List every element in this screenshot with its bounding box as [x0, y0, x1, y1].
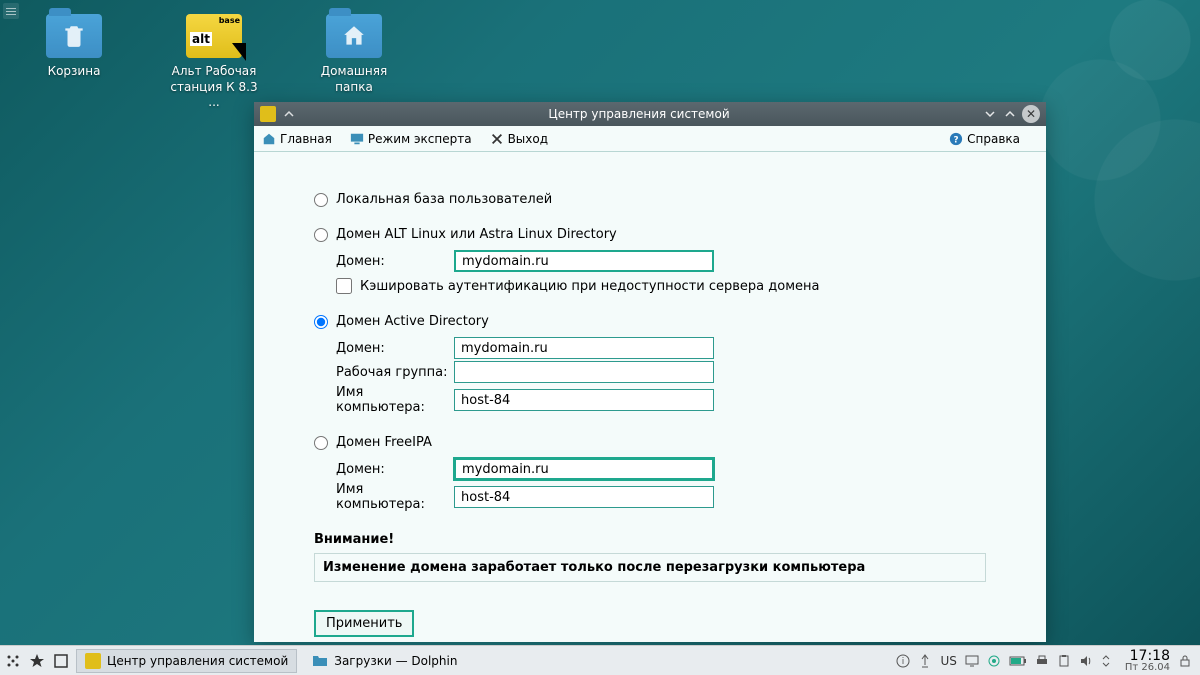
- desktop-icon-label: Альт Рабочая станция К 8.3 ...: [164, 64, 264, 111]
- monitor-icon: [350, 132, 364, 146]
- keyboard-layout[interactable]: US: [940, 654, 956, 668]
- desktop-icon-label: Домашняя папка: [304, 64, 404, 95]
- ad-workgroup-input[interactable]: [454, 361, 714, 383]
- radio-ald[interactable]: [314, 228, 328, 242]
- svg-text:?: ?: [954, 135, 959, 145]
- ald-domain-label: Домен:: [336, 254, 454, 269]
- radio-ipa[interactable]: [314, 436, 328, 450]
- app-icon: [85, 653, 101, 669]
- close-button[interactable]: ✕: [1022, 105, 1040, 123]
- control-center-window: Центр управления системой ✕ Главная Режи…: [254, 102, 1046, 642]
- ipa-domain-input[interactable]: [454, 458, 714, 480]
- toolbar-exit[interactable]: Выход: [490, 132, 548, 146]
- radio-ipa-label[interactable]: Домен FreeIPA: [336, 435, 432, 450]
- ad-domain-label: Домен:: [336, 341, 454, 356]
- tray-volume-icon[interactable]: [1079, 654, 1093, 668]
- task-control-center[interactable]: Центр управления системой: [76, 649, 297, 673]
- ad-domain-input[interactable]: [454, 337, 714, 359]
- show-desktop-button[interactable]: [52, 652, 70, 670]
- tray-print-icon[interactable]: [1035, 654, 1049, 668]
- folder-icon: [312, 653, 328, 669]
- radio-ad[interactable]: [314, 315, 328, 329]
- tray-network-icon[interactable]: [987, 654, 1001, 668]
- ad-host-input[interactable]: [454, 389, 714, 411]
- cache-checkbox[interactable]: [336, 278, 352, 294]
- desktop-icon-home[interactable]: Домашняя папка: [304, 14, 404, 111]
- toolbar-main[interactable]: Главная: [262, 132, 332, 146]
- ad-host-label: Имя компьютера:: [336, 385, 454, 415]
- toolbar: Главная Режим эксперта Выход ? Справка: [254, 126, 1046, 152]
- toolbar-expert[interactable]: Режим эксперта: [350, 132, 472, 146]
- radio-local[interactable]: [314, 193, 328, 207]
- ald-domain-input[interactable]: [454, 250, 714, 272]
- titlebar[interactable]: Центр управления системой ✕: [254, 102, 1046, 126]
- help-icon: ?: [949, 132, 963, 146]
- trash-icon: [61, 23, 87, 49]
- tray-display-icon[interactable]: [965, 654, 979, 668]
- maximize-button[interactable]: [1002, 106, 1018, 122]
- radio-local-label[interactable]: Локальная база пользователей: [336, 192, 552, 207]
- radio-ald-label[interactable]: Домен ALT Linux или Astra Linux Director…: [336, 227, 617, 242]
- minimize-button[interactable]: [982, 106, 998, 122]
- rollup-icon[interactable]: [282, 107, 296, 121]
- tray-info-icon[interactable]: i: [896, 654, 910, 668]
- toolbar-help[interactable]: ? Справка: [949, 132, 1020, 146]
- home-icon: [262, 132, 276, 146]
- warning-text: Изменение домена заработает только после…: [314, 553, 986, 582]
- window-title: Центр управления системой: [296, 107, 982, 121]
- system-tray: i US 17:18 Пт 26.04: [896, 649, 1196, 673]
- ad-workgroup-label: Рабочая группа:: [336, 365, 454, 380]
- radio-ad-label[interactable]: Домен Active Directory: [336, 314, 489, 329]
- apply-button[interactable]: Применить: [314, 610, 414, 637]
- ipa-domain-label: Домен:: [336, 462, 454, 477]
- desktop-icon-label: Корзина: [24, 64, 124, 80]
- warning-label: Внимание!: [314, 532, 986, 547]
- favorites-button[interactable]: [28, 652, 46, 670]
- ipa-host-label: Имя компьютера:: [336, 482, 454, 512]
- tray-battery-icon[interactable]: [1009, 655, 1027, 667]
- app-menu-button[interactable]: [3, 3, 19, 19]
- tray-usb-icon[interactable]: [918, 654, 932, 668]
- clock[interactable]: 17:18 Пт 26.04: [1125, 649, 1170, 673]
- taskbar: Центр управления системой Загрузки — Dol…: [0, 645, 1200, 675]
- app-icon: [260, 106, 276, 122]
- ipa-host-input[interactable]: [454, 486, 714, 508]
- close-icon: [490, 132, 504, 146]
- clock-date: Пт 26.04: [1125, 663, 1170, 673]
- desktop-icons: Корзина basealt Альт Рабочая станция К 8…: [24, 14, 404, 111]
- tray-clipboard-icon[interactable]: [1057, 654, 1071, 668]
- task-dolphin[interactable]: Загрузки — Dolphin: [303, 649, 513, 673]
- svg-text:i: i: [902, 657, 905, 667]
- desktop: Корзина basealt Альт Рабочая станция К 8…: [0, 0, 1200, 675]
- content-area: Локальная база пользователей Домен ALT L…: [254, 152, 1046, 642]
- tray-lock-icon[interactable]: [1178, 654, 1192, 668]
- home-icon: [341, 23, 367, 49]
- desktop-icon-trash[interactable]: Корзина: [24, 14, 124, 111]
- cache-label[interactable]: Кэшировать аутентификацию при недоступно…: [360, 279, 819, 294]
- tray-expand-icon[interactable]: [1101, 654, 1111, 668]
- start-button[interactable]: [4, 652, 22, 670]
- desktop-icon-alt[interactable]: basealt Альт Рабочая станция К 8.3 ...: [164, 14, 264, 111]
- clock-time: 17:18: [1125, 649, 1170, 663]
